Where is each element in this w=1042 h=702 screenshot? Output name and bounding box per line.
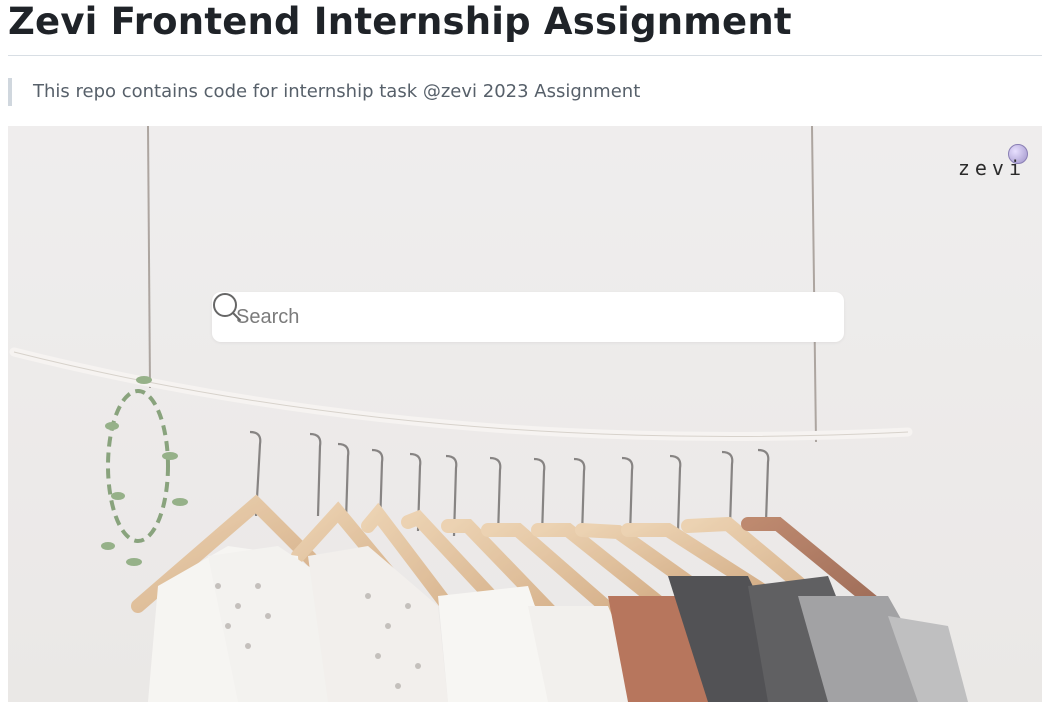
search-input[interactable] bbox=[212, 292, 772, 342]
search-icon[interactable] bbox=[212, 292, 242, 322]
hero-image-preview: zevi bbox=[8, 126, 1042, 702]
zevi-logo: zevi bbox=[957, 156, 1026, 180]
page-title: Zevi Frontend Internship Assignment bbox=[8, 0, 792, 43]
description-text: This repo contains code for internship t… bbox=[33, 81, 641, 102]
description-quote: This repo contains code for internship t… bbox=[8, 78, 1008, 106]
clothes-rack-image bbox=[8, 126, 1042, 702]
title-divider bbox=[8, 55, 1042, 56]
search-bar bbox=[212, 292, 844, 342]
